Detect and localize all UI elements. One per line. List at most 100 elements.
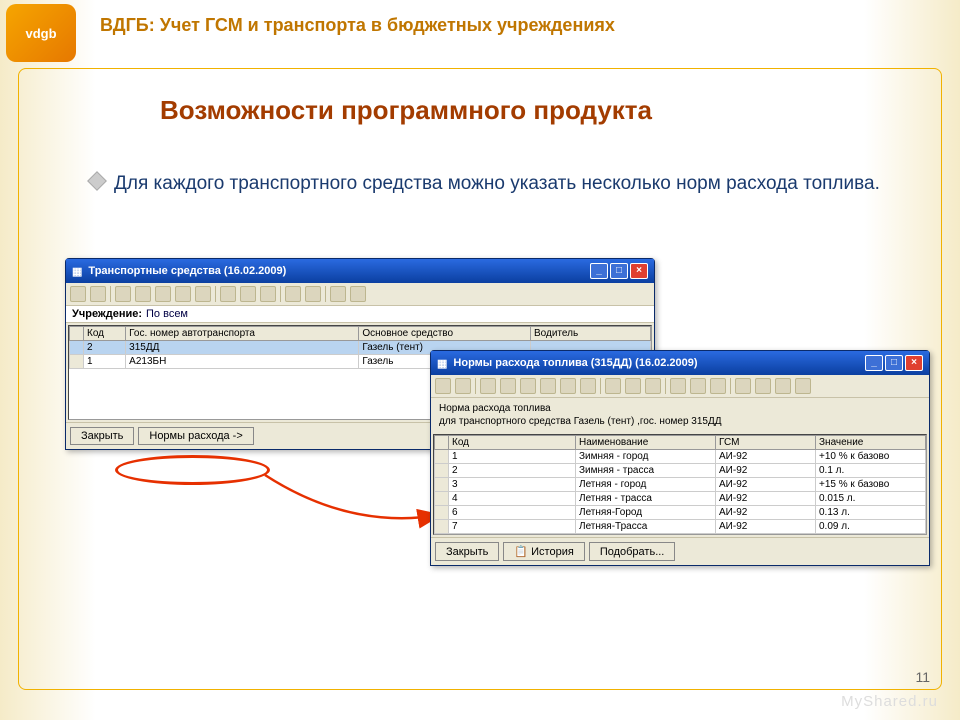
toolbar-icon[interactable] xyxy=(305,286,321,302)
pointer-icon[interactable] xyxy=(350,286,366,302)
toolbar-icon[interactable] xyxy=(500,378,516,394)
cell-name[interactable]: Летняя-Город xyxy=(576,506,716,520)
column-header[interactable]: ГСМ xyxy=(716,436,816,450)
cell-value[interactable]: 0.09 л. xyxy=(816,520,926,534)
toolbar-icon[interactable] xyxy=(755,378,771,394)
column-header[interactable]: Наименование xyxy=(576,436,716,450)
app-icon: ▦ xyxy=(437,357,447,370)
toolbar-icon[interactable] xyxy=(220,286,236,302)
toolbar-icon[interactable] xyxy=(645,378,661,394)
toolbar-icon[interactable] xyxy=(710,378,726,394)
column-header[interactable]: Код xyxy=(84,327,126,341)
column-header[interactable]: Водитель xyxy=(531,327,651,341)
help-icon[interactable] xyxy=(775,378,791,394)
toolbar-icon[interactable] xyxy=(285,286,301,302)
toolbar-icon[interactable] xyxy=(70,286,86,302)
cell-name[interactable]: Летняя - город xyxy=(576,478,716,492)
toolbar-icon[interactable] xyxy=(455,378,471,394)
cell-name[interactable]: Летняя-Трасса xyxy=(576,520,716,534)
table-row[interactable]: 4Летняя - трассаАИ-920.015 л. xyxy=(435,492,926,506)
table-row[interactable]: 1Зимняя - городАИ-92+10 % к базово xyxy=(435,450,926,464)
cell-gosnum[interactable]: 315ДД xyxy=(126,341,359,355)
toolbar-icon[interactable] xyxy=(195,286,211,302)
cell-gsm[interactable]: АИ-92 xyxy=(716,520,816,534)
column-header[interactable]: Основное средство xyxy=(359,327,531,341)
toolbar-separator xyxy=(665,378,666,394)
toolbar-icon[interactable] xyxy=(580,378,596,394)
toolbar-icon[interactable] xyxy=(435,378,451,394)
cell-code[interactable]: 2 xyxy=(449,464,576,478)
minimize-button[interactable]: _ xyxy=(590,263,608,279)
norms-button[interactable]: Нормы расхода -> xyxy=(138,427,253,445)
cell-gsm[interactable]: АИ-92 xyxy=(716,450,816,464)
row-marker xyxy=(70,355,84,369)
toolbar-icon[interactable] xyxy=(260,286,276,302)
note-text: Норма расхода топлива для транспортного … xyxy=(431,398,929,432)
close-button[interactable]: Закрыть xyxy=(435,542,499,561)
cell-code[interactable]: 6 xyxy=(449,506,576,520)
history-button[interactable]: 📋 История xyxy=(503,542,584,561)
toolbar-icon[interactable] xyxy=(90,286,106,302)
cell-value[interactable]: 0.13 л. xyxy=(816,506,926,520)
row-marker xyxy=(70,341,84,355)
window-titlebar[interactable]: ▦ Транспортные средства (16.02.2009) _ □… xyxy=(66,259,654,283)
window-titlebar[interactable]: ▦ Нормы расхода топлива (315ДД) (16.02.2… xyxy=(431,351,929,375)
cell-code[interactable]: 4 xyxy=(449,492,576,506)
close-button[interactable]: × xyxy=(905,355,923,371)
column-header[interactable]: Значение xyxy=(816,436,926,450)
table-row[interactable]: 6Летняя-ГородАИ-920.13 л. xyxy=(435,506,926,520)
table-row[interactable]: 2Зимняя - трассаАИ-920.1 л. xyxy=(435,464,926,478)
cell-name[interactable]: Летняя - трасса xyxy=(576,492,716,506)
toolbar-icon[interactable] xyxy=(735,378,751,394)
toolbar-icon[interactable] xyxy=(480,378,496,394)
close-button[interactable]: Закрыть xyxy=(70,427,134,445)
toolbar-icon[interactable] xyxy=(155,286,171,302)
slide-title: Возможности программного продукта xyxy=(160,95,900,126)
toolbar-icon[interactable] xyxy=(240,286,256,302)
bullet-text: Для каждого транспортного средства можно… xyxy=(114,170,880,199)
cell-code[interactable]: 1 xyxy=(84,355,126,369)
column-header[interactable]: Код xyxy=(449,436,576,450)
cell-gsm[interactable]: АИ-92 xyxy=(716,492,816,506)
cell-value[interactable]: 0.1 л. xyxy=(816,464,926,478)
close-button[interactable]: × xyxy=(630,263,648,279)
cell-value[interactable]: 0.015 л. xyxy=(816,492,926,506)
toolbar-icon[interactable] xyxy=(670,378,686,394)
table-row[interactable]: 7Летняя-ТрассаАИ-920.09 л. xyxy=(435,520,926,534)
row-marker xyxy=(435,464,449,478)
toolbar-icon[interactable] xyxy=(605,378,621,394)
help-icon[interactable] xyxy=(330,286,346,302)
toolbar-icon[interactable] xyxy=(540,378,556,394)
maximize-button[interactable]: □ xyxy=(885,355,903,371)
cell-value[interactable]: +10 % к базово xyxy=(816,450,926,464)
cell-gsm[interactable]: АИ-92 xyxy=(716,478,816,492)
window-controls: _ □ × xyxy=(865,355,923,371)
cell-gsm[interactable]: АИ-92 xyxy=(716,464,816,478)
cell-gosnum[interactable]: А213БН xyxy=(126,355,359,369)
cell-value[interactable]: +15 % к базово xyxy=(816,478,926,492)
cell-name[interactable]: Зимняя - трасса xyxy=(576,464,716,478)
cell-gsm[interactable]: АИ-92 xyxy=(716,506,816,520)
cell-code[interactable]: 2 xyxy=(84,341,126,355)
toolbar-icon[interactable] xyxy=(690,378,706,394)
data-grid[interactable]: Код Наименование ГСМ Значение 1Зимняя - … xyxy=(434,435,926,534)
toolbar-icon[interactable] xyxy=(175,286,191,302)
table-row[interactable]: 3Летняя - городАИ-92+15 % к базово xyxy=(435,478,926,492)
cell-name[interactable]: Зимняя - город xyxy=(576,450,716,464)
filter-value[interactable]: По всем xyxy=(146,308,188,320)
cell-code[interactable]: 1 xyxy=(449,450,576,464)
pointer-icon[interactable] xyxy=(795,378,811,394)
column-header[interactable]: Гос. номер автотранспорта xyxy=(126,327,359,341)
toolbar xyxy=(66,283,654,306)
toolbar-icon[interactable] xyxy=(115,286,131,302)
pick-button[interactable]: Подобрать... xyxy=(589,542,676,561)
toolbar-icon[interactable] xyxy=(135,286,151,302)
cell-code[interactable]: 7 xyxy=(449,520,576,534)
cell-code[interactable]: 3 xyxy=(449,478,576,492)
toolbar-icon[interactable] xyxy=(625,378,641,394)
logo: vdgb xyxy=(6,4,76,62)
maximize-button[interactable]: □ xyxy=(610,263,628,279)
toolbar-icon[interactable] xyxy=(520,378,536,394)
minimize-button[interactable]: _ xyxy=(865,355,883,371)
toolbar-icon[interactable] xyxy=(560,378,576,394)
